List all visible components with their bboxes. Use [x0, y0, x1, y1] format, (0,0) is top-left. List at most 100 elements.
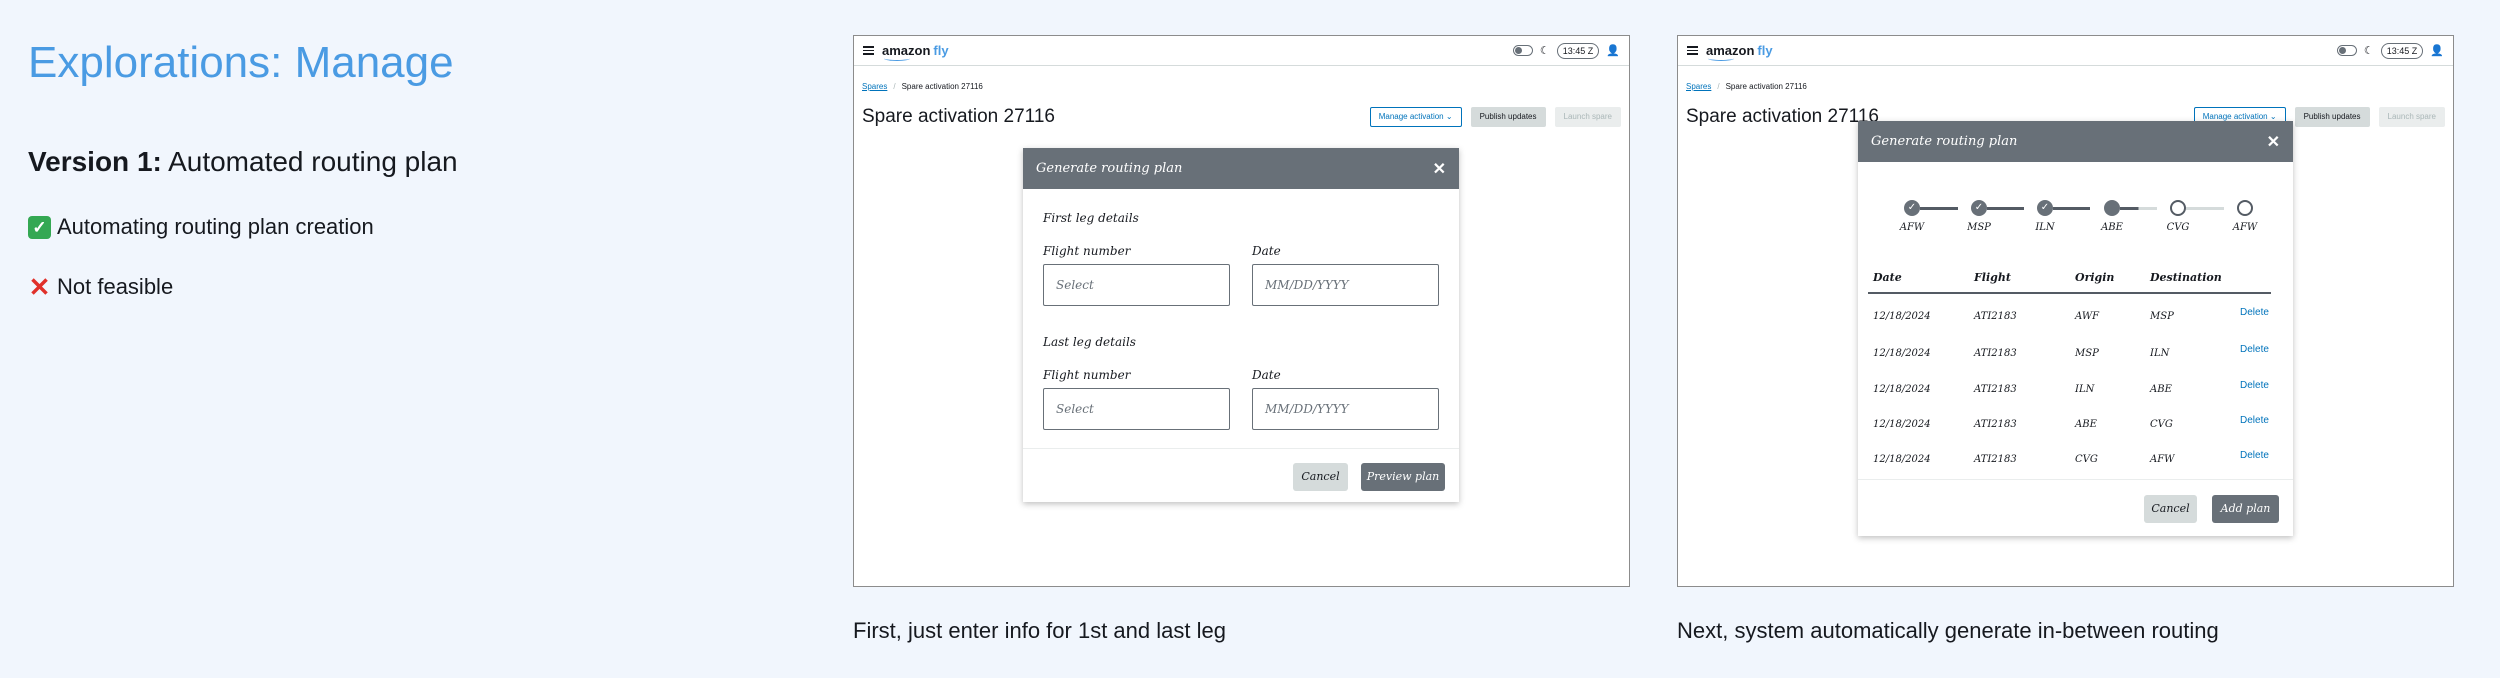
cell-date: 12/18/2024: [1873, 384, 1931, 395]
bullet-pro: ✓ Automating routing plan creation: [28, 214, 374, 240]
first-flight-select[interactable]: Select: [1043, 264, 1230, 306]
logo-smile-icon: [1708, 56, 1734, 61]
step-check-icon: ✓: [2037, 200, 2053, 216]
cell-flight: ATI2183: [1974, 311, 2017, 322]
version-number: Version 1:: [28, 146, 162, 177]
cell-origin: CVG: [2075, 454, 2098, 465]
caption-screen-1: First, just enter info for 1st and last …: [853, 618, 1226, 643]
last-leg-heading: Last leg details: [1043, 335, 1136, 349]
utc-clock: 13:45 Z: [2380, 42, 2424, 59]
column-header-destination: Destination: [2150, 271, 2222, 284]
breadcrumb-current: Spare activation 27116: [901, 82, 983, 91]
cell-flight: ATI2183: [1974, 454, 2017, 465]
breadcrumb-root-link[interactable]: Spares: [862, 82, 887, 91]
step-connector: [1920, 207, 1958, 210]
cell-date: 12/18/2024: [1873, 311, 1931, 322]
delete-link[interactable]: Delete: [2240, 307, 2269, 318]
manage-activation-dropdown[interactable]: Manage activation ⌄: [1369, 107, 1462, 127]
moon-icon: ☾: [1539, 45, 1550, 57]
delete-link[interactable]: Delete: [2240, 415, 2269, 426]
chevron-down-icon: ⌄: [1445, 112, 1453, 121]
step-connector: [2186, 207, 2224, 210]
cell-destination: AFW: [2150, 454, 2175, 465]
menu-icon[interactable]: [1687, 46, 1698, 55]
user-icon[interactable]: 👤: [1606, 44, 1620, 57]
cell-flight: ATI2183: [1974, 384, 2017, 395]
cell-origin: ILN: [2075, 384, 2095, 395]
first-leg-heading: First leg details: [1043, 211, 1139, 225]
column-header-origin: Origin: [2075, 271, 2115, 284]
close-icon[interactable]: ✕: [2267, 132, 2280, 152]
breadcrumb-current: Spare activation 27116: [1725, 82, 1807, 91]
delete-link[interactable]: Delete: [2240, 344, 2269, 355]
version-title: Automated routing plan: [161, 146, 458, 177]
column-header-flight: Flight: [1974, 271, 2011, 284]
bullet-text: Automating routing plan creation: [57, 214, 374, 239]
user-icon[interactable]: 👤: [2430, 44, 2444, 57]
menu-icon[interactable]: [863, 46, 874, 55]
cell-origin: MSP: [2075, 348, 2099, 359]
caption-screen-2: Next, system automatically generate in-b…: [1677, 618, 2219, 643]
theme-toggle[interactable]: [1512, 45, 1533, 56]
chevron-down-icon: ⌄: [2269, 112, 2277, 121]
activation-title: Spare activation 27116: [1686, 106, 1879, 127]
theme-toggle[interactable]: [2336, 45, 2357, 56]
cell-origin: AWF: [2075, 311, 2100, 322]
cell-date: 12/18/2024: [1873, 348, 1931, 359]
cell-destination: CVG: [2150, 419, 2173, 430]
first-flight-label: Flight number: [1043, 244, 1131, 258]
step-current-icon: [2104, 200, 2120, 216]
launch-spare-button[interactable]: Launch spare: [1554, 107, 1621, 127]
close-icon[interactable]: ✕: [1433, 159, 1446, 179]
delete-link[interactable]: Delete: [2240, 450, 2269, 461]
app-logo[interactable]: amazon fly: [1706, 43, 1773, 61]
cell-date: 12/18/2024: [1873, 454, 1931, 465]
step-pending-icon: [2170, 200, 2186, 216]
screen-mockup-2: amazon fly ☾ 13:45 Z 👤 Spares / Spare activ…: [1677, 35, 2454, 587]
first-date-field[interactable]: MM/DD/YYYY: [1252, 264, 1439, 306]
breadcrumb-separator-icon: /: [893, 82, 896, 91]
step-connector: [2053, 207, 2090, 210]
moon-icon: ☾: [2363, 45, 2374, 57]
page-title: Explorations: Manage: [28, 38, 454, 87]
modal-footer: [1858, 479, 2293, 480]
cell-destination: ILN: [2150, 348, 2170, 359]
breadcrumb-separator-icon: /: [1717, 82, 1720, 91]
cancel-button[interactable]: Cancel: [1293, 463, 1348, 491]
cell-flight: ATI2183: [1974, 348, 2017, 359]
delete-link[interactable]: Delete: [2240, 380, 2269, 391]
app-logo[interactable]: amazon fly: [882, 43, 949, 61]
first-date-label: Date: [1252, 244, 1281, 258]
launch-spare-button[interactable]: Launch spare: [2378, 107, 2445, 127]
logo-smile-icon: [884, 56, 910, 61]
last-flight-label: Flight number: [1043, 368, 1131, 382]
cell-destination: MSP: [2150, 311, 2174, 322]
check-mark-icon: ✓: [28, 215, 51, 239]
add-plan-button[interactable]: Add plan: [2212, 495, 2279, 523]
top-navigation-bar: amazon fly ☾ 13:45 Z 👤: [854, 36, 1629, 66]
publish-updates-button[interactable]: Publish updates: [1470, 107, 1546, 127]
screen-mockup-1: amazon fly ☾ 13:45 Z 👤 Spares / Spare activ…: [853, 35, 1630, 587]
cell-flight: ATI2183: [1974, 419, 2017, 430]
modal-header: Generate routing plan ✕: [1858, 121, 2293, 162]
step-label: MSP: [1967, 222, 1991, 233]
last-date-field[interactable]: MM/DD/YYYY: [1252, 388, 1439, 430]
publish-updates-button[interactable]: Publish updates: [2294, 107, 2370, 127]
modal-title: Generate routing plan: [1871, 134, 2018, 149]
modal-header: Generate routing plan ✕: [1023, 148, 1459, 189]
step-label: ILN: [2035, 222, 2055, 233]
preview-plan-button[interactable]: Preview plan: [1361, 463, 1445, 491]
step-check-icon: ✓: [1904, 200, 1920, 216]
bullet-text: Not feasible: [57, 274, 174, 299]
breadcrumb-root-link[interactable]: Spares: [1686, 82, 1711, 91]
step-connector: [2120, 207, 2157, 210]
modal-title: Generate routing plan: [1036, 161, 1183, 176]
last-flight-select[interactable]: Select: [1043, 388, 1230, 430]
step-label: ABE: [2101, 222, 2123, 233]
utc-clock: 13:45 Z: [1556, 42, 1600, 59]
table-header-divider: [1868, 292, 2271, 294]
cancel-button[interactable]: Cancel: [2144, 495, 2197, 523]
breadcrumb: Spares / Spare activation 27116: [862, 82, 983, 91]
cell-destination: ABE: [2150, 384, 2172, 395]
activation-title: Spare activation 27116: [862, 106, 1055, 127]
